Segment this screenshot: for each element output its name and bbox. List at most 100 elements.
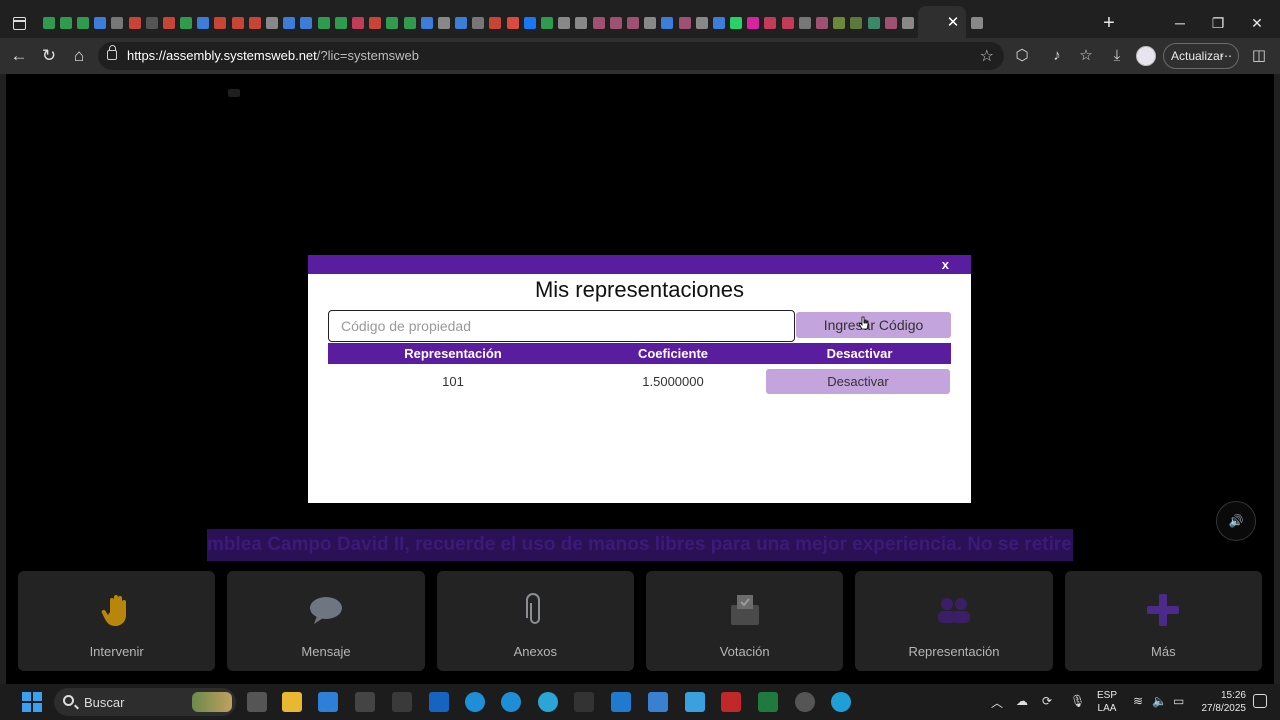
browser-tab-icon[interactable] — [521, 12, 538, 34]
volume-icon[interactable]: 🔈 — [1152, 694, 1167, 708]
battery-icon[interactable]: ▭ — [1173, 694, 1184, 708]
browser-tab-icon[interactable] — [745, 12, 762, 34]
browser-tab-icon[interactable] — [109, 12, 126, 34]
refresh-icon[interactable]: ↻ — [36, 44, 62, 68]
browser-tab-icon[interactable] — [74, 12, 91, 34]
app-arrow-icon[interactable] — [648, 692, 668, 712]
submit-code-button[interactable]: Ingresar Código — [796, 312, 951, 338]
taskbar-search[interactable]: Buscar — [54, 688, 236, 716]
app-icon[interactable] — [355, 692, 375, 712]
microphone-icon[interactable]: 🎙 — [1070, 694, 1085, 708]
back-icon[interactable]: ← — [6, 44, 32, 68]
browser-tab-icon[interactable] — [263, 12, 280, 34]
browser-tab-icon[interactable] — [246, 12, 263, 34]
browser-tab-icon[interactable] — [384, 12, 401, 34]
browser-tab-icon[interactable] — [538, 12, 555, 34]
dock-mas[interactable]: Más — [1064, 571, 1262, 671]
dock-votacion[interactable]: Votación — [645, 571, 844, 671]
browser-tab-icon[interactable] — [229, 12, 246, 34]
browser-tab-icon[interactable] — [728, 12, 745, 34]
terminal-icon[interactable] — [574, 692, 594, 712]
browser-tab-icon[interactable] — [212, 12, 229, 34]
dock-intervenir[interactable]: Intervenir — [18, 571, 216, 671]
edge-canary-icon[interactable] — [831, 692, 851, 712]
browser-tab-icon[interactable] — [470, 12, 487, 34]
browser-tab-icon[interactable] — [831, 12, 848, 34]
edge-dev-icon[interactable] — [538, 692, 558, 712]
address-bar[interactable]: https://assembly.systemsweb.net/?lic=sys… — [98, 42, 1004, 70]
home-icon[interactable]: ⌂ — [66, 44, 92, 68]
browser-tab-icon[interactable] — [435, 12, 452, 34]
browser-tab-icon[interactable] — [160, 12, 177, 34]
more-icon[interactable]: ⋯ — [1220, 44, 1232, 68]
browser-tab-icon[interactable] — [659, 12, 676, 34]
url-text[interactable]: https://assembly.systemsweb.net/?lic=sys… — [127, 48, 419, 63]
windows-start-icon[interactable] — [22, 692, 42, 712]
task-view-icon[interactable] — [247, 692, 267, 712]
notepad-icon[interactable] — [685, 692, 705, 712]
browser-tab-icon[interactable] — [332, 12, 349, 34]
browser-tab-icon[interactable] — [899, 12, 916, 34]
browser-tab-icon[interactable] — [762, 12, 779, 34]
browser-tab-icon[interactable] — [178, 12, 195, 34]
browser-tab-icon[interactable] — [418, 12, 435, 34]
browser-tab-icon[interactable] — [57, 12, 74, 34]
browser-tab-icon[interactable] — [453, 12, 470, 34]
browser-tab-icon[interactable] — [504, 12, 521, 34]
browser-tab-icon[interactable] — [367, 12, 384, 34]
modal-close-button[interactable]: x — [942, 257, 949, 272]
browser-tab-icon[interactable] — [779, 12, 796, 34]
browser-tab-icon[interactable] — [143, 12, 160, 34]
tab-actions-icon[interactable] — [8, 12, 30, 34]
browser-tab-icon[interactable] — [126, 12, 143, 34]
profile-avatar[interactable] — [1136, 46, 1156, 66]
tab-close-icon[interactable]: ✕ — [945, 15, 961, 31]
browser-tab-icon[interactable] — [573, 12, 590, 34]
lock-icon[interactable] — [107, 45, 117, 60]
dock-anexos[interactable]: Anexos — [436, 571, 634, 671]
favorite-star-icon[interactable]: ☆ — [980, 46, 994, 66]
onedrive-icon[interactable]: ☁ — [1016, 694, 1028, 708]
outlook-icon[interactable] — [429, 692, 449, 712]
app-settings-icon[interactable] — [795, 692, 815, 712]
taskbar-clock[interactable]: 15:26 27/8/2025 — [1196, 689, 1247, 715]
browser-tab-icon[interactable] — [710, 12, 727, 34]
close-window-icon[interactable]: ✕ — [1243, 12, 1271, 34]
browser-tab-icon[interactable] — [556, 12, 573, 34]
excel-icon[interactable] — [758, 692, 778, 712]
browser-tab-icon[interactable] — [315, 12, 332, 34]
property-code-input[interactable] — [328, 310, 795, 342]
desactivar-button[interactable]: Desactivar — [766, 369, 950, 394]
sidebar-icon[interactable]: ◫ — [1249, 46, 1269, 66]
file-explorer-icon[interactable] — [282, 692, 302, 712]
browser-tab-icon[interactable] — [642, 12, 659, 34]
edge-beta-icon[interactable] — [501, 692, 521, 712]
browser-tab-icon[interactable] — [590, 12, 607, 34]
new-tab-button[interactable]: + — [1098, 12, 1120, 34]
filezilla-icon[interactable] — [721, 692, 741, 712]
maximize-icon[interactable]: ❐ — [1204, 12, 1232, 34]
read-aloud-icon[interactable]: ♪ — [1047, 46, 1067, 66]
browser-tab-icon[interactable] — [968, 12, 985, 34]
browser-tab-icon[interactable] — [882, 12, 899, 34]
browser-tab-icon[interactable] — [607, 12, 624, 34]
tray-overflow-icon[interactable]: ︿ — [991, 694, 1003, 711]
browser-tab-icon[interactable] — [92, 12, 109, 34]
browser-tab-icon[interactable] — [624, 12, 641, 34]
browser-tab-icon[interactable] — [401, 12, 418, 34]
favorites-icon[interactable]: ☆ — [1076, 46, 1096, 66]
browser-tab-icon[interactable] — [796, 12, 813, 34]
sync-icon[interactable]: ⟳ — [1042, 694, 1052, 708]
wifi-icon[interactable]: ≋ — [1133, 694, 1143, 708]
todo-icon[interactable] — [318, 692, 338, 712]
downloads-icon[interactable]: ⤓ — [1107, 46, 1127, 66]
browser-tab-icon[interactable] — [676, 12, 693, 34]
extensions-icon[interactable]: ⬡ — [1012, 46, 1032, 66]
browser-tab-icon[interactable] — [298, 12, 315, 34]
browser-tab-icon[interactable] — [349, 12, 366, 34]
browser-tab-icon[interactable] — [848, 12, 865, 34]
edge-icon[interactable] — [465, 692, 485, 712]
browser-tab-icon[interactable] — [865, 12, 882, 34]
dock-representacion[interactable]: Representación — [855, 571, 1053, 671]
browser-tab-icon[interactable] — [40, 12, 57, 34]
